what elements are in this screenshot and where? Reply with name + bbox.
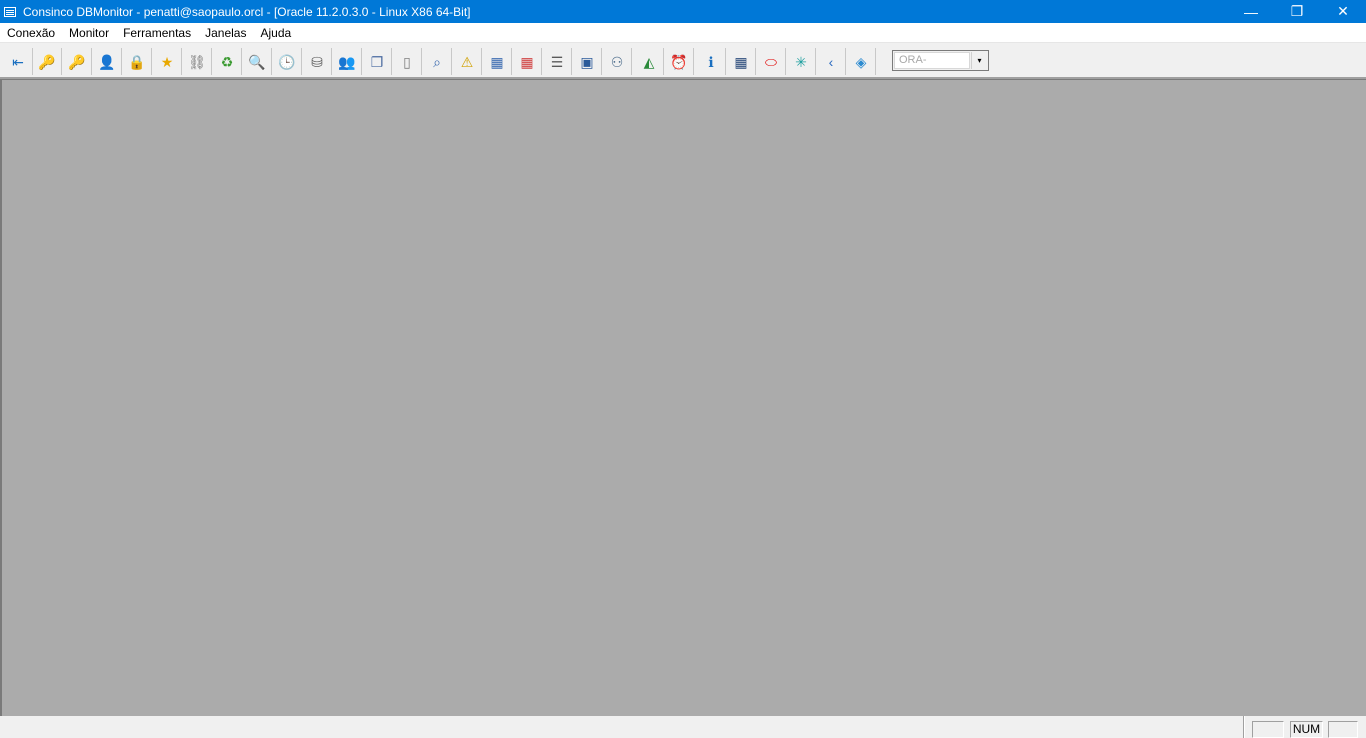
oracle-error-input[interactable]: ORA- [894,52,970,69]
toolbar-button-lock[interactable]: 🔒 [123,48,152,75]
status-bar: NUM [0,716,1366,738]
copy-icon: ❐ [370,53,384,70]
title-bar[interactable]: Consinco DBMonitor - penatti@saopaulo.or… [0,0,1366,23]
clock-icon: 🕒 [278,53,296,70]
toolbar-button-calendar[interactable]: ▦ [513,48,542,75]
toolbar-button-chart[interactable]: ◭ [635,48,664,75]
chevron-down-icon[interactable]: ▾ [971,52,987,69]
minimize-button[interactable]: — [1228,0,1274,23]
star-icon: ★ [160,53,174,70]
toolbar-button-database[interactable]: ⛁ [303,48,332,75]
back-arrow-icon: ‹ [828,53,834,70]
chart-icon: ◭ [643,53,655,70]
close-button[interactable]: ✕ [1320,0,1366,23]
toolbar-button-search-db[interactable]: 🔍 [243,48,272,75]
toolbar-button-grid[interactable]: ▦ [483,48,512,75]
app-icon[interactable] [4,6,16,17]
menu-ajuda[interactable]: Ajuda [253,26,298,40]
toolbar-button-alarm[interactable]: ⏰ [665,48,694,75]
toolbar-button-save-grid[interactable]: ▣ [573,48,602,75]
toolbar-button-connect[interactable]: ⇤ [4,48,33,75]
key-icon: 🔑 [38,53,56,70]
calendar-icon: ▦ [520,53,534,70]
menu-bar: Conexão Monitor Ferramentas Janelas Ajud… [0,23,1366,43]
toolbar-button-star[interactable]: ★ [153,48,182,75]
calculator-icon: ▦ [734,53,748,70]
chain-icon: ⛓ [188,53,206,70]
toolbar-button-book[interactable]: ◈ [847,48,876,75]
people-search-icon: ⚇ [610,53,624,70]
oracle-icon: ⬭ [765,53,777,70]
mdi-workspace[interactable] [0,79,1366,716]
status-panel-3 [1328,721,1358,738]
database-icon: ⛁ [311,53,323,70]
window-controls: — ❐ ✕ [1228,0,1366,23]
toolbar-button-users[interactable]: 👥 [333,48,362,75]
toolbar-button-key[interactable]: 🔑 [33,48,62,75]
user-key-icon: 👤 [98,53,116,70]
toolbar-button-chain[interactable]: ⛓ [183,48,212,75]
toolbar-button-recycle[interactable]: ♻ [213,48,242,75]
search-db-icon: 🔍 [248,53,266,70]
status-panel-num: NUM [1290,721,1323,738]
toolbar-button-info[interactable]: ℹ [697,48,726,75]
save-grid-icon: ▣ [580,53,594,70]
menu-janelas[interactable]: Janelas [198,26,253,40]
toolbar-button-copy[interactable]: ❐ [363,48,392,75]
connect-icon: ⇤ [12,53,24,70]
toolbar-button-clock[interactable]: 🕒 [273,48,302,75]
page-icon: ▯ [403,53,411,70]
spark-icon: ✳ [795,53,807,70]
list-icon: ☰ [550,53,564,70]
menu-ferramentas[interactable]: Ferramentas [116,26,198,40]
restore-button[interactable]: ❐ [1274,0,1320,23]
menu-monitor[interactable]: Monitor [62,26,116,40]
toolbar: ⇤ 🔑 🔑 👤 🔒 ★ ⛓ ♻ 🔍 🕒 ⛁ 👥 ❐ ▯ ⌕ ⚠ ▦ ▦ ☰ ▣ ⚇ ◭ ⏰ ℹ ▦ ⬭ ✳ ‹ ◈ [0,44,1366,79]
recycle-icon: ♻ [220,53,234,70]
grid-icon: ▦ [490,53,504,70]
toolbar-button-warning-page[interactable]: ⚠ [453,48,482,75]
window-title: Consinco DBMonitor - penatti@saopaulo.or… [23,4,471,19]
key-gray-icon: 🔑 [68,53,86,70]
find-page-icon: ⌕ [433,53,441,70]
toolbar-button-people-search[interactable]: ⚇ [603,48,632,75]
alarm-icon: ⏰ [670,53,688,70]
toolbar-button-key-gray[interactable]: 🔑 [63,48,92,75]
lock-icon: 🔒 [128,53,146,70]
warning-page-icon: ⚠ [460,53,474,70]
status-panel-1 [1252,721,1284,738]
toolbar-button-list[interactable]: ☰ [543,48,572,75]
toolbar-button-calculator[interactable]: ▦ [727,48,756,75]
menu-conexao[interactable]: Conexão [0,26,62,40]
toolbar-button-spark[interactable]: ✳ [787,48,816,75]
info-icon: ℹ [708,53,714,70]
toolbar-button-user-key[interactable]: 👤 [93,48,122,75]
book-icon: ◈ [855,53,867,70]
toolbar-button-find-page[interactable]: ⌕ [423,48,452,75]
toolbar-button-back-arrow[interactable]: ‹ [817,48,846,75]
oracle-error-combo[interactable]: ORA- ▾ [892,50,989,71]
users-icon: 👥 [338,53,356,70]
toolbar-button-page[interactable]: ▯ [393,48,422,75]
status-divider [1243,716,1245,738]
toolbar-button-oracle[interactable]: ⬭ [757,48,786,75]
